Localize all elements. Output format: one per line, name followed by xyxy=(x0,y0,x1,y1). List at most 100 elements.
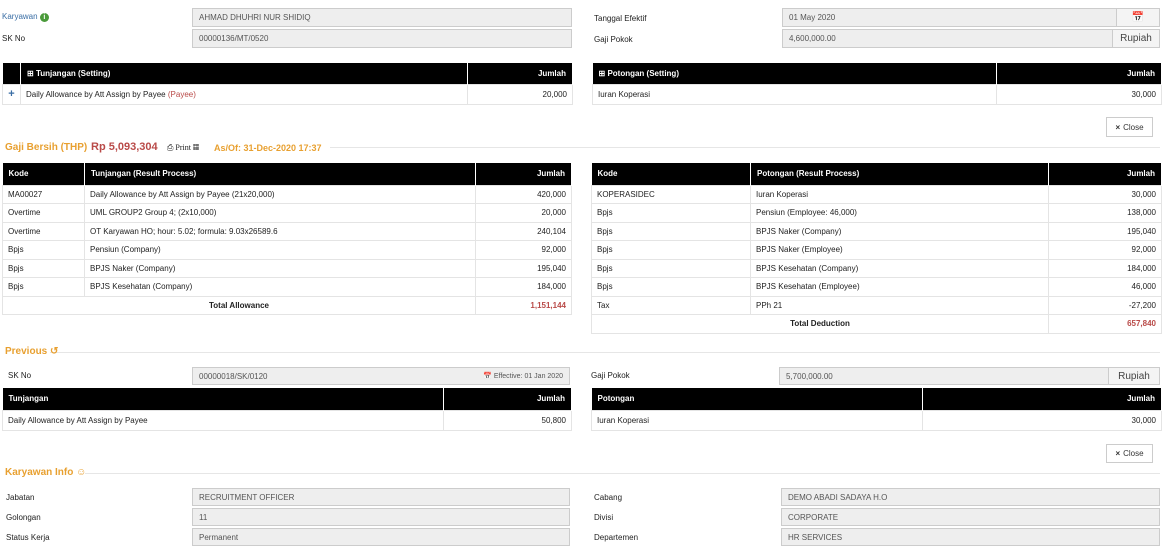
golongan-label: Golongan xyxy=(6,513,41,522)
kode-cell: Bpjs xyxy=(591,221,751,241)
amount-cell: 240,104 xyxy=(475,221,572,241)
total-value: 1,151,144 xyxy=(475,295,572,315)
prev-currency-addon: Rupiah xyxy=(1108,367,1160,385)
tanggal-efektif-field[interactable]: 01 May 2020 xyxy=(782,8,1117,27)
table-header: ⊞ Tunjangan (Setting) xyxy=(20,63,468,84)
kode-cell: Bpjs xyxy=(2,258,85,278)
amount-cell: 184,000 xyxy=(475,277,572,297)
cabang-field: DEMO ABADI SADAYA H.O xyxy=(781,488,1160,506)
print-link[interactable]: ⎙ Print ▦ xyxy=(167,143,199,153)
currency-addon: Rupiah xyxy=(1112,29,1160,48)
sk-no-field: 00000136/MT/0520 xyxy=(192,29,572,48)
karyawan-field: AHMAD DHUHRI NUR SHIDIQ xyxy=(192,8,572,27)
table-row: Bpjs BPJS Naker (Company) 195,040 xyxy=(591,221,1162,241)
amount-cell: 92,000 xyxy=(475,240,572,260)
table-header: Jumlah xyxy=(922,388,1162,410)
gaji-pokok-field: 4,600,000.00 xyxy=(782,29,1113,48)
table-header: Potongan xyxy=(591,388,923,410)
kode-cell: Bpjs xyxy=(591,203,751,223)
table-row: Overtime UML GROUP2 Group 4; (2x10,000) 20… xyxy=(2,203,572,223)
amount-cell: 30,000 xyxy=(1048,184,1162,204)
table-icon: ⊞ xyxy=(598,68,606,78)
calendar-icon: 📅 xyxy=(1131,12,1145,23)
table-row: Daily Allowance by Att Assign by Payee 5… xyxy=(2,409,572,431)
calendar-button[interactable]: 📅 xyxy=(1116,8,1160,27)
potongan-result-table: Kode Potongan (Result Process) Jumlah KO… xyxy=(591,163,1162,334)
table-icon: ⊞ xyxy=(27,68,34,78)
sk-no-label: SK No xyxy=(2,34,26,43)
amount-cell: 184,000 xyxy=(1048,258,1162,278)
table-row: Iuran Koperasi 30,000 xyxy=(591,409,1162,431)
prev-sk-label: SK No xyxy=(8,371,32,380)
prev-gaji-label: Gaji Pokok xyxy=(591,371,630,380)
table-row: Bpjs BPJS Kesehatan (Employee) 46,000 xyxy=(591,277,1162,297)
status-kerja-field: Permanent xyxy=(192,528,570,546)
table-row: Bpjs Pensiun (Company) 92,000 xyxy=(2,240,572,260)
departemen-label: Departemen xyxy=(594,533,639,542)
close-button[interactable]: × Close xyxy=(1106,117,1153,137)
total-label: Total Deduction xyxy=(591,314,1049,334)
total-row: Total Allowance 1,151,144 xyxy=(2,295,572,315)
description-cell: BPJS Kesehatan (Company) xyxy=(750,258,1049,278)
description-cell: UML GROUP2 Group 4; (2x10,000) xyxy=(84,203,476,223)
as-of-date: As/Of: 31-Dec-2020 17:37 xyxy=(214,143,322,153)
close-icon: × xyxy=(1115,449,1121,458)
table-row: Tax PPh 21 -27,200 xyxy=(591,295,1162,315)
close-icon: × xyxy=(1115,122,1121,132)
kode-cell: Bpjs xyxy=(591,240,751,260)
table-header: Kode xyxy=(591,163,751,185)
previous-title: Previous ↺ xyxy=(5,346,59,357)
table-row: KOPERASIDEC Iuran Koperasi 30,000 xyxy=(591,184,1162,204)
table-row: + Daily Allowance by Att Assign by Payee… xyxy=(2,83,573,105)
prev-potongan-table: Potongan Jumlah Iuran Koperasi 30,000 xyxy=(591,388,1162,431)
print-icon: ⎙ xyxy=(167,143,174,152)
prev-tunjangan-table: Tunjangan Jumlah Daily Allowance by Att … xyxy=(2,388,572,431)
table-header: Potongan (Result Process) xyxy=(750,163,1049,185)
divisi-field: CORPORATE xyxy=(781,508,1160,526)
kode-cell: Bpjs xyxy=(2,240,85,260)
user-icon: ☺ xyxy=(76,467,87,478)
cabang-label: Cabang xyxy=(594,493,623,502)
expand-plus-icon[interactable]: + xyxy=(2,83,21,105)
prev-close-button[interactable]: × Close xyxy=(1106,444,1153,463)
table-row: MA00027 Daily Allowance by Att Assign by … xyxy=(2,184,572,204)
prev-sk-field: 00000018/SK/0120 📅 Effective: 01 Jan 202… xyxy=(192,367,570,385)
table-header: Tunjangan xyxy=(2,388,444,410)
description-cell: PPh 21 xyxy=(750,295,1049,315)
table-header: Kode xyxy=(2,163,85,185)
table-row: Bpjs BPJS Kesehatan (Company) 184,000 xyxy=(591,258,1162,278)
kode-cell: Bpjs xyxy=(591,277,751,297)
description-cell: Iuran Koperasi xyxy=(750,184,1049,204)
total-value: 657,840 xyxy=(1048,314,1162,334)
jabatan-label: Jabatan xyxy=(6,493,35,502)
table-header: Jumlah xyxy=(443,388,572,410)
karyawan-info-title: Karyawan Info ☺ xyxy=(5,467,87,478)
description-cell: BPJS Naker (Company) xyxy=(750,221,1049,241)
description-cell: Daily Allowance by Att Assign by Payee (… xyxy=(84,184,476,204)
kode-cell: Overtime xyxy=(2,221,85,241)
amount-cell: 20,000 xyxy=(475,203,572,223)
amount-cell: 195,040 xyxy=(475,258,572,278)
tunjangan-setting-table: ⊞ Tunjangan (Setting) Jumlah + Daily All… xyxy=(2,63,573,105)
description-cell: BPJS Naker (Company) xyxy=(84,258,476,278)
amount-cell: 420,000 xyxy=(475,184,572,204)
info-icon: i xyxy=(39,13,49,22)
description-cell: Pensiun (Employee: 46,000) xyxy=(750,203,1049,223)
calendar-icon: 📅 xyxy=(483,373,492,380)
description-cell: BPJS Kesehatan (Company) xyxy=(84,277,476,297)
total-label: Total Allowance xyxy=(2,295,476,315)
tanggal-efektif-label: Tanggal Efektif xyxy=(594,14,647,23)
table-header: Jumlah xyxy=(467,63,573,84)
table-row: Bpjs BPJS Naker (Company) 195,040 xyxy=(2,258,572,278)
table-header xyxy=(2,63,21,84)
table-header: Jumlah xyxy=(475,163,572,185)
thp-label: Gaji Bersih (THP) xyxy=(5,142,88,153)
gaji-pokok-label: Gaji Pokok xyxy=(594,35,633,44)
table-row: Iuran Koperasi 30,000 xyxy=(592,83,1162,105)
thp-amount: Rp 5,093,304 xyxy=(91,141,158,153)
amount-cell: -27,200 xyxy=(1048,295,1162,315)
table-header: ⊞ Potongan (Setting) xyxy=(592,63,997,84)
table-header: Jumlah xyxy=(996,63,1162,84)
description-cell: BPJS Kesehatan (Employee) xyxy=(750,277,1049,297)
karyawan-label[interactable]: Karyawan i xyxy=(2,12,49,22)
